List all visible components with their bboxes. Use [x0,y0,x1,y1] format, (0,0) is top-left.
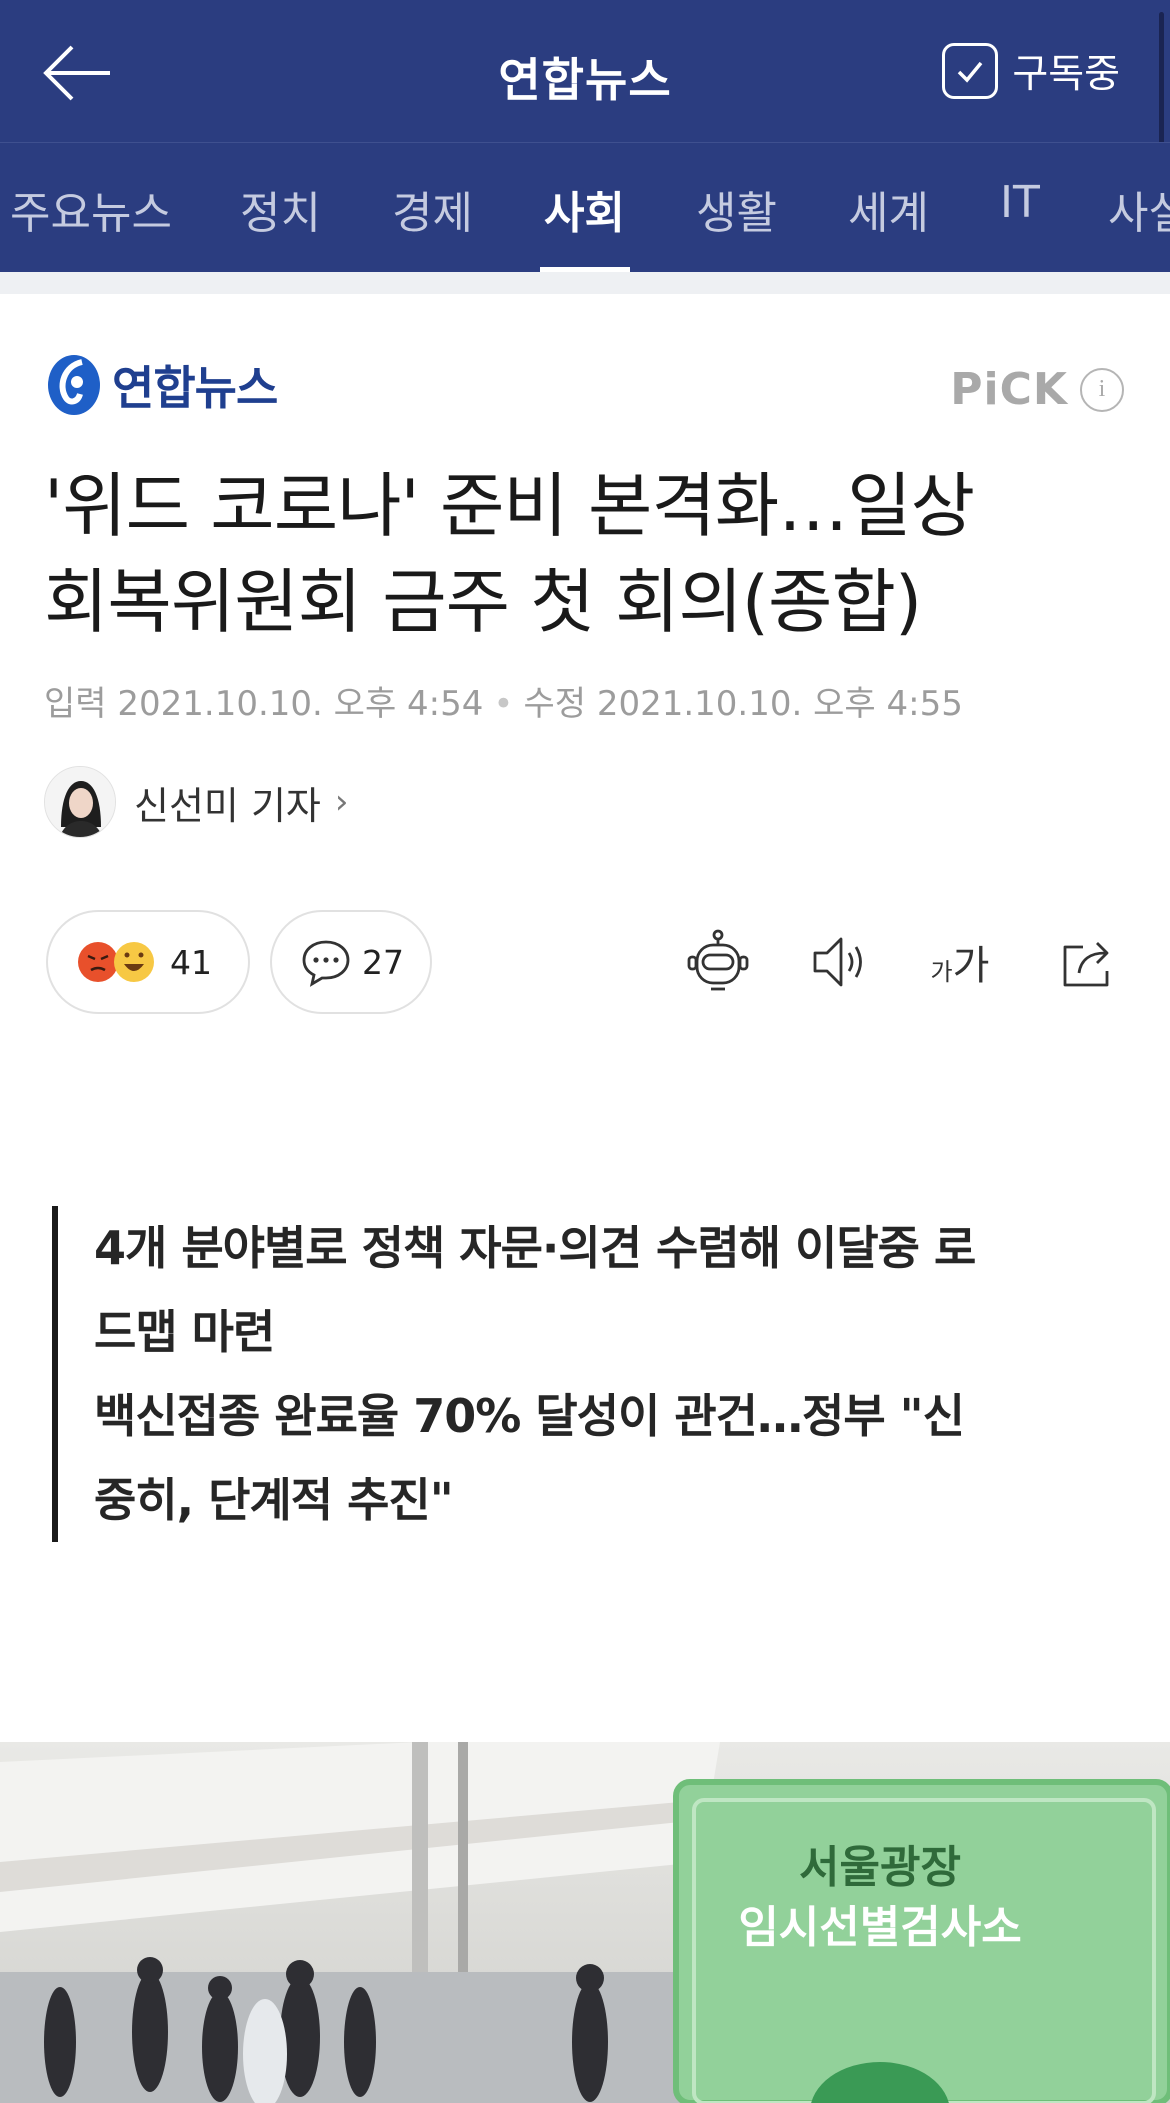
summary-line: 드맵 마련 [94,1305,275,1359]
subscribe-label: 구독중 [1012,52,1120,97]
divider [0,272,1170,294]
separator-dot: • [493,684,514,724]
pick-badge[interactable]: PiCK i [950,364,1124,415]
scrollbar[interactable] [1159,12,1164,157]
subscribe-button[interactable]: 구독중 [942,38,1120,104]
input-date: 2021.10.10. 오후 4:54 [117,684,484,724]
article-headline: '위드 코로나' 준비 본격화…일상 회복위원회 금주 첫 회의(종합) [44,458,1124,650]
author-link[interactable]: 신선미 기자 › [44,766,349,838]
share-icon [1063,942,1109,987]
article-photo[interactable]: 서울광장 임시선별검사소 [0,1742,1170,2103]
summary-line: 4개 분야별로 정책 자문·의견 수렴해 이달중 로 [94,1221,976,1275]
chevron-right-icon: › [334,782,349,822]
sign-line-1: 서울광장 [799,1842,961,1893]
article-summary: 4개 분야별로 정책 자문·의견 수렴해 이달중 로 드맵 마련 백신접종 완료… [52,1206,1112,1542]
tab-it[interactable]: IT [1000,177,1040,228]
laughing-emoji-icon [114,942,154,982]
reaction-button[interactable]: 41 [46,910,250,1014]
comment-button[interactable]: 27 [270,910,432,1014]
article-dates: 입력 2021.10.10. 오후 4:54 • 수정 2021.10.10. 오후… [44,676,963,725]
modified-label: 수정 [523,684,587,724]
headline-line: '위드 코로나' 준비 본격화…일상 [44,465,975,547]
tab-life[interactable]: 생활 [696,177,777,241]
summary-line: 백신접종 완료율 70% 달성이 관건…정부 "신 [94,1389,965,1443]
press-name: 연합뉴스 [112,361,278,415]
tab-world[interactable]: 세계 [848,177,929,241]
pick-label: PiCK [950,364,1068,415]
modified-date: 2021.10.10. 오후 4:55 [596,684,963,724]
reaction-count: 41 [170,942,212,982]
font-size-large-label: 가 [952,943,990,989]
summary-line: 중히, 단계적 추진" [94,1473,454,1527]
font-size-button[interactable]: 가 가 [922,924,998,1000]
author-name: 신선미 기자 [134,783,321,828]
photo-illustration: 서울광장 임시선별검사소 [0,1742,1170,2103]
tab-society[interactable]: 사회 [544,177,625,241]
tab-main-news[interactable]: 주요뉴스 [10,177,172,241]
font-size-small-label: 가 [930,957,953,986]
sign-line-2: 임시선별검사소 [738,1902,1021,1953]
comment-icon [302,940,350,987]
tab-politics[interactable]: 정치 [240,177,321,241]
top-app-bar: 연합뉴스 구독중 [0,0,1170,157]
yonhap-logo-icon [48,355,100,415]
comment-count: 27 [362,942,404,982]
tab-editorial[interactable]: 사설 [1108,177,1170,241]
speaker-icon [813,937,862,987]
author-avatar [44,766,116,838]
headline-line: 회복위원회 금주 첫 회의(종합) [44,561,922,643]
input-label: 입력 [44,684,107,724]
checkbox-checked-icon [942,43,999,99]
robot-icon [687,929,749,991]
share-button[interactable] [1050,924,1126,1000]
text-to-speech-button[interactable] [802,924,878,1000]
press-logo[interactable]: 연합뉴스 [44,352,278,418]
info-icon[interactable]: i [1080,367,1124,412]
tab-economy[interactable]: 경제 [392,177,473,241]
category-tabs: 주요뉴스 정치 경제 사회 생활 세계 IT 사설 [0,142,1170,272]
summary-bot-button[interactable] [680,924,756,1000]
